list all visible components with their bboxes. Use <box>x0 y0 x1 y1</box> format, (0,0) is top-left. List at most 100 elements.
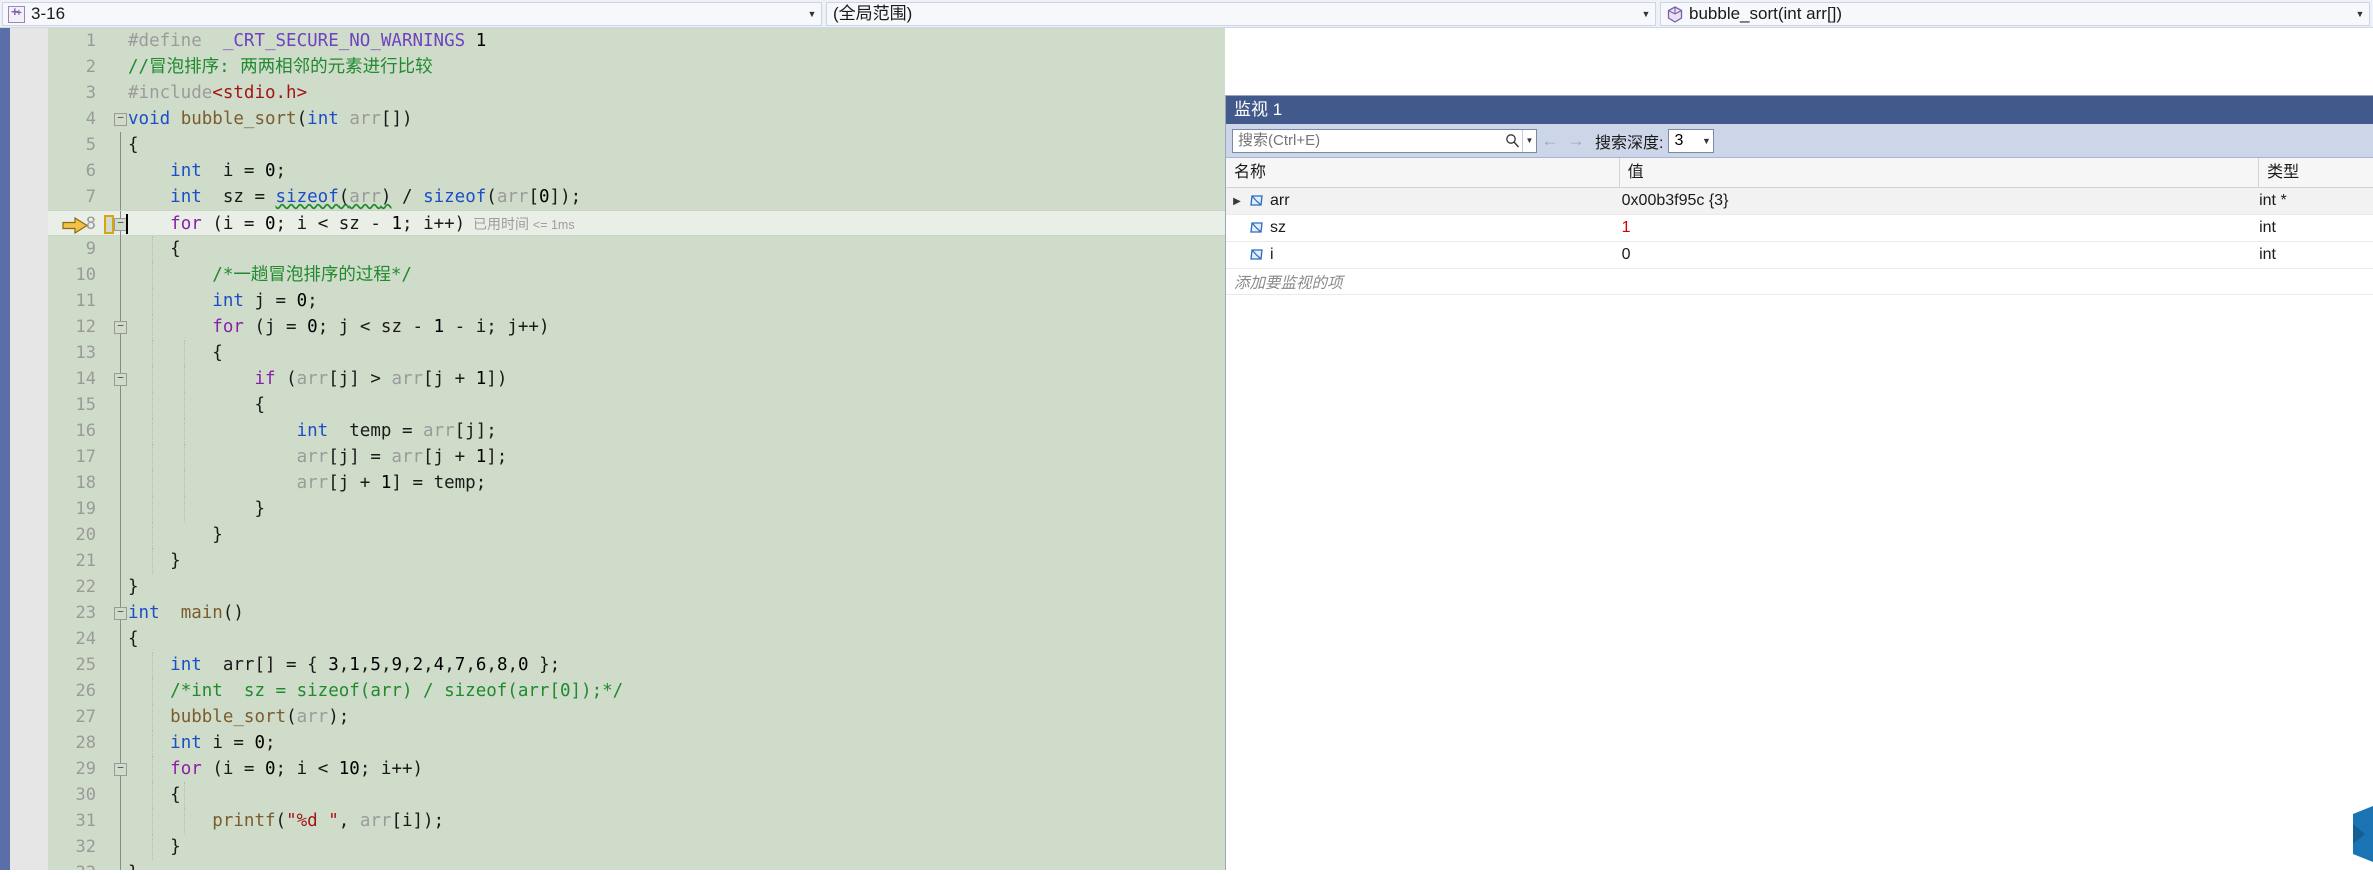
watch-window[interactable]: 监视 1 ← → 搜索深度: 3 名称 值 类型 arr0x00b3f95c {… <box>1225 95 2373 870</box>
search-next-button[interactable]: → <box>1563 131 1589 151</box>
fold-collapse-icon[interactable] <box>114 763 127 776</box>
line-number: 6 <box>48 158 96 184</box>
watch-row-name-cell[interactable]: i <box>1226 246 1620 264</box>
code-line[interactable]: 27 bubble_sort(arr); <box>48 704 1225 730</box>
code-line[interactable]: 15 { <box>48 392 1225 418</box>
fold-guide-line <box>120 470 121 496</box>
function-selector-label: bubble_sort(int arr[]) <box>1683 3 2351 25</box>
search-options-dropdown-icon[interactable] <box>1522 130 1536 152</box>
code-line[interactable]: 20 } <box>48 522 1225 548</box>
code-line[interactable]: 11 int j = 0; <box>48 288 1225 314</box>
watch-variable-value[interactable]: 1 <box>1620 219 2259 237</box>
code-line[interactable]: 16 int temp = arr[j]; <box>48 418 1225 444</box>
column-header-value[interactable]: 值 <box>1620 158 2259 188</box>
line-number: 2 <box>48 54 96 80</box>
fold-guide-line <box>120 418 121 444</box>
code-line[interactable]: 32 } <box>48 834 1225 860</box>
chevron-down-icon[interactable] <box>1637 3 1655 25</box>
code-line[interactable]: 17 arr[j] = arr[j + 1]; <box>48 444 1225 470</box>
code-text: { <box>128 392 265 418</box>
code-text: { <box>128 626 139 652</box>
line-number: 7 <box>48 184 96 210</box>
code-line[interactable]: 2//冒泡排序: 两两相邻的元素进行比较 <box>48 54 1225 80</box>
code-line[interactable]: 18 arr[j + 1] = temp; <box>48 470 1225 496</box>
chevron-down-icon[interactable] <box>2351 3 2369 25</box>
search-prev-button[interactable]: ← <box>1537 131 1563 151</box>
watch-row[interactable]: arr0x00b3f95c {3}int * <box>1226 188 2373 215</box>
code-line[interactable]: 30 { <box>48 782 1225 808</box>
code-line[interactable]: 28 int i = 0; <box>48 730 1225 756</box>
search-input[interactable] <box>1233 131 1502 151</box>
code-line[interactable]: 24{ <box>48 626 1225 652</box>
fold-guide-line <box>120 678 121 704</box>
code-text: } <box>128 834 181 860</box>
fold-guide-line <box>120 184 121 210</box>
watch-variable-value[interactable]: 0 <box>1620 246 2259 264</box>
navigation-bar: 3-16 (全局范围) bubble_sort(int arr[]) <box>0 0 2373 28</box>
code-lines-container[interactable]: 1#define _CRT_SECURE_NO_WARNINGS 12//冒泡排… <box>48 28 1225 870</box>
watch-search-box[interactable] <box>1232 129 1537 153</box>
code-editor[interactable]: 1#define _CRT_SECURE_NO_WARNINGS 12//冒泡排… <box>0 28 1225 870</box>
breakpoint-marker[interactable] <box>104 215 114 234</box>
watch-table-body[interactable]: arr0x00b3f95c {3}int *sz1int i 0int <box>1226 188 2373 269</box>
search-depth-selector[interactable]: 3 <box>1668 129 1714 153</box>
chevron-down-icon[interactable] <box>803 3 821 25</box>
taskbar-app-icon[interactable] <box>2313 798 2373 870</box>
line-number: 4 <box>48 106 96 132</box>
function-selector[interactable]: bubble_sort(int arr[]) <box>1660 2 2370 26</box>
code-line[interactable]: 10 /*一趟冒泡排序的过程*/ <box>48 262 1225 288</box>
code-line[interactable]: 29 for (i = 0; i < 10; i++) <box>48 756 1225 782</box>
scope-selector[interactable]: (全局范围) <box>826 2 1656 26</box>
code-text: arr[j] = arr[j + 1]; <box>128 444 507 470</box>
line-number: 22 <box>48 574 96 600</box>
watch-variable-type: int <box>2259 219 2373 237</box>
add-watch-item-row[interactable]: 添加要监视的项 <box>1226 269 2373 295</box>
fold-collapse-icon[interactable] <box>114 373 127 386</box>
code-line[interactable]: 13 { <box>48 340 1225 366</box>
fold-collapse-icon[interactable] <box>114 113 127 126</box>
line-number: 23 <box>48 600 96 626</box>
code-line[interactable]: 23int main() <box>48 600 1225 626</box>
code-line[interactable]: 7 int sz = sizeof(arr) / sizeof(arr[0]); <box>48 184 1225 210</box>
search-icon <box>1502 133 1522 148</box>
expand-chevron-icon[interactable] <box>1226 196 1248 207</box>
line-number: 12 <box>48 314 96 340</box>
code-text: } <box>128 496 265 522</box>
code-line[interactable]: 8 for (i = 0; i < sz - 1; i++) 已用时间 <= 1… <box>48 210 1225 236</box>
fold-collapse-icon[interactable] <box>114 607 127 620</box>
code-line[interactable]: 26 /*int sz = sizeof(arr) / sizeof(arr[0… <box>48 678 1225 704</box>
watch-row-name-cell[interactable]: sz <box>1226 219 1620 237</box>
code-text: #define _CRT_SECURE_NO_WARNINGS 1 <box>128 28 486 54</box>
watch-row[interactable]: i0int <box>1226 242 2373 269</box>
line-number: 28 <box>48 730 96 756</box>
code-line[interactable]: 1#define _CRT_SECURE_NO_WARNINGS 1 <box>48 28 1225 54</box>
code-text: if (arr[j] > arr[j + 1]) <box>128 366 507 392</box>
watch-variable-value[interactable]: 0x00b3f95c {3} <box>1620 192 2259 210</box>
code-line[interactable]: 5{ <box>48 132 1225 158</box>
fold-guide-line <box>120 522 121 548</box>
code-line[interactable]: 6 int i = 0; <box>48 158 1225 184</box>
code-text: int arr[] = { 3,1,5,9,2,4,7,6,8,0 }; <box>128 652 560 678</box>
code-line[interactable]: 3#include<stdio.h> <box>48 80 1225 106</box>
fold-collapse-icon[interactable] <box>114 321 127 334</box>
code-line[interactable]: 33} <box>48 860 1225 870</box>
code-line[interactable]: 4void bubble_sort(int arr[]) <box>48 106 1225 132</box>
project-selector[interactable]: 3-16 <box>2 2 822 26</box>
watch-row-name-cell[interactable]: arr <box>1226 192 1620 210</box>
watch-variable-name: i <box>1270 246 1274 264</box>
code-line[interactable]: 14 if (arr[j] > arr[j + 1]) <box>48 366 1225 392</box>
code-line[interactable]: 19 } <box>48 496 1225 522</box>
chevron-down-icon[interactable] <box>1699 130 1713 152</box>
column-header-name[interactable]: 名称 <box>1226 158 1620 188</box>
code-line[interactable]: 21 } <box>48 548 1225 574</box>
breakpoint-gutter[interactable] <box>10 28 48 870</box>
code-line[interactable]: 12 for (j = 0; j < sz - 1 - i; j++) <box>48 314 1225 340</box>
code-line[interactable]: 31 printf("%d ", arr[i]); <box>48 808 1225 834</box>
code-line[interactable]: 22} <box>48 574 1225 600</box>
code-line[interactable]: 25 int arr[] = { 3,1,5,9,2,4,7,6,8,0 }; <box>48 652 1225 678</box>
variable-diamond-icon <box>1248 247 1270 264</box>
watch-row[interactable]: sz1int <box>1226 215 2373 242</box>
code-line[interactable]: 9 { <box>48 236 1225 262</box>
fold-guide-line <box>120 262 121 288</box>
column-header-type[interactable]: 类型 <box>2259 158 2373 188</box>
